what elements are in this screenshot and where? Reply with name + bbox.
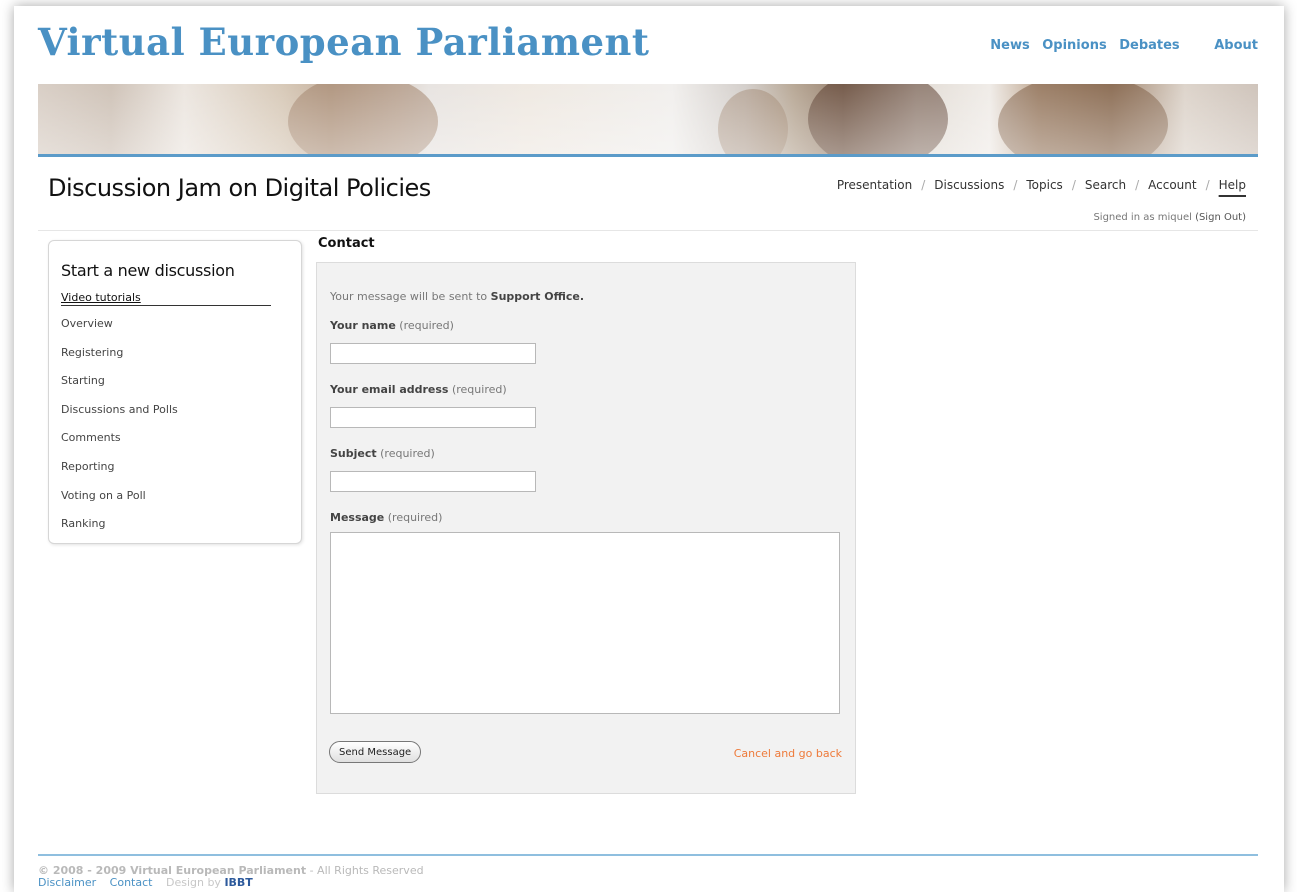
message-label: Message (required) [330,511,442,524]
form-intro: Your message will be sent to Support Off… [330,290,584,303]
sidebar: Start a new discussion Video tutorials O… [48,240,302,544]
subject-label-text: Subject [330,447,377,460]
required-note: (required) [387,511,443,524]
name-field[interactable] [330,343,536,364]
tutorial-item-comments[interactable]: Comments [61,430,178,459]
contact-heading: Contact [318,236,375,251]
page: Virtual European Parliament News Opinion… [14,6,1284,892]
name-label: Your name (required) [330,319,454,332]
intro-text: Your message will be sent to [330,290,488,303]
nav-news-link[interactable]: News [990,38,1029,53]
header-divider [38,230,1258,231]
required-note: (required) [451,383,507,396]
subnav-help-link[interactable]: Help [1219,178,1246,192]
tutorial-item-voting[interactable]: Voting on a Poll [61,488,178,517]
tutorial-item-registering[interactable]: Registering [61,345,178,374]
email-label-text: Your email address [330,383,449,396]
signed-in-status: Signed in as miquel (Sign Out) [1093,212,1246,223]
required-note: (required) [399,319,454,332]
subnav-separator: / [921,178,926,192]
subnav-account-link[interactable]: Account [1148,178,1196,192]
video-tutorials-heading[interactable]: Video tutorials [61,291,271,306]
nav-opinions-link[interactable]: Opinions [1042,38,1106,53]
tutorial-item-ranking[interactable]: Ranking [61,516,178,545]
tutorial-item-reporting[interactable]: Reporting [61,459,178,488]
required-note: (required) [380,447,435,460]
top-nav: News Opinions Debates About [982,38,1258,53]
disclaimer-link[interactable]: Disclaimer [38,876,96,889]
subject-field[interactable] [330,471,536,492]
subnav-discussions-link[interactable]: Discussions [934,178,1004,192]
subnav-separator: / [1135,178,1140,192]
footer-divider [38,854,1258,856]
nav-debates-link[interactable]: Debates [1119,38,1179,53]
subnav-topics-link[interactable]: Topics [1026,178,1062,192]
subnav-separator: / [1071,178,1076,192]
subnav-search-link[interactable]: Search [1085,178,1126,192]
email-label: Your email address (required) [330,383,507,396]
subnav-presentation-link[interactable]: Presentation [837,178,912,192]
subject-label: Subject (required) [330,447,435,460]
contact-form: Your message will be sent to Support Off… [316,262,856,794]
footer-links: Disclaimer Contact Design by IBBT [38,876,253,889]
site-title[interactable]: Virtual European Parliament [38,20,650,64]
section-nav: Presentation / Discussions / Topics / Search / A… [837,178,1246,192]
sign-out-link[interactable]: (Sign Out) [1195,212,1246,223]
start-discussion-link[interactable]: Start a new discussion [61,261,235,280]
header-banner-image [38,84,1258,154]
tutorial-item-overview[interactable]: Overview [61,316,178,345]
page-title: Discussion Jam on Digital Policies [48,174,431,202]
subnav-separator: / [1205,178,1210,192]
send-message-button[interactable]: Send Message [329,741,422,763]
design-by-text: Design by [165,876,221,889]
email-field[interactable] [330,407,536,428]
message-label-text: Message [330,511,385,524]
ibbt-link[interactable]: IBBT [224,876,252,889]
message-textarea[interactable] [330,532,840,714]
footer-contact-link[interactable]: Contact [110,876,153,889]
banner-divider [38,154,1258,157]
copyright-rest: - All Rights Reserved [309,864,424,877]
cancel-link[interactable]: Cancel and go back [734,747,842,760]
name-label-text: Your name [330,319,396,332]
signed-in-text: Signed in as miquel [1093,212,1192,223]
tutorial-item-starting[interactable]: Starting [61,373,178,402]
tutorial-item-discussions-polls[interactable]: Discussions and Polls [61,402,178,431]
intro-target: Support Office. [490,290,585,303]
subnav-separator: / [1013,178,1018,192]
nav-about-link[interactable]: About [1214,38,1258,53]
tutorials-list: Overview Registering Starting Discussion… [61,316,178,545]
